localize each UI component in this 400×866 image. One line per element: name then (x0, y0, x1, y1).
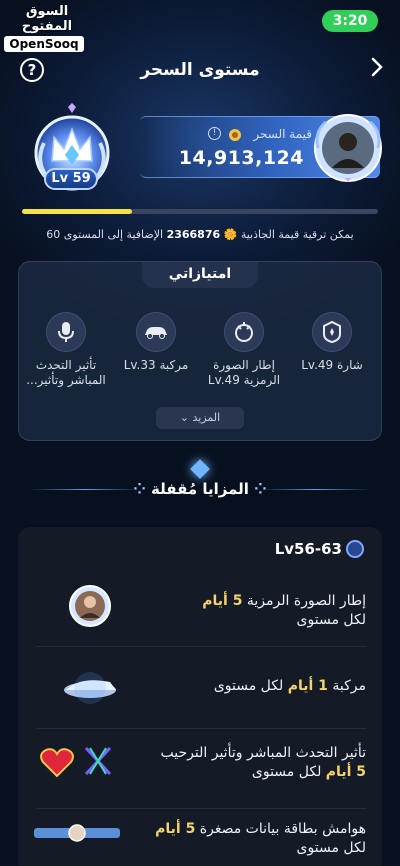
privilege-label: تأثير التحدث المباشر وتأثير... (26, 358, 106, 387)
vehicle-icon (136, 312, 176, 352)
info-icon[interactable]: ! (208, 127, 221, 140)
privilege-item-live-talk-effect[interactable]: تأثير التحدث المباشر وتأثير... (22, 312, 110, 388)
chevron-down-icon: ⌄ (179, 411, 190, 424)
vehicle-preview-icon (60, 664, 120, 710)
badge-icon (312, 312, 352, 352)
sparkle-icon: ⁘ (254, 480, 267, 498)
page-header: ? مستوى السحر (0, 54, 400, 86)
row-text: إطار الصورة الرمزية (246, 593, 366, 609)
level-badge: Lv 59 (44, 168, 98, 190)
diamond-icon (190, 459, 210, 479)
mini-card-preview-icon (34, 822, 120, 844)
avatar-frame-icon (224, 312, 264, 352)
status-time: 3:20 (322, 10, 378, 32)
privilege-label: إطار الصورة الرمزية Lv.49 (207, 358, 281, 387)
upgrade-hint-suffix: الإضافية إلى المستوى 60 (46, 228, 164, 241)
row-divider (36, 646, 366, 647)
privilege-item-badge[interactable]: شارة Lv.49 (288, 312, 376, 373)
magic-value-number: 14,913,124 (178, 147, 304, 169)
watermark-english: OpenSooq (4, 36, 84, 52)
sparkle-effect-icon (82, 744, 114, 778)
row-highlight: 5 أيام (155, 821, 196, 837)
row-highlight: 5 أيام (325, 764, 366, 780)
row-suffix: لكل مستوى (213, 678, 284, 694)
chevron-right-icon[interactable] (370, 56, 384, 84)
more-label: المزيد (192, 411, 221, 424)
sparkle-icon: ⁘ (133, 480, 152, 498)
row-suffix: لكل مستوى (251, 764, 322, 780)
locked-title-text: المزايا مُقفلة (151, 480, 249, 498)
watermark-arabic: السوق المفتوح (21, 4, 73, 34)
avatar-frame-preview-icon (68, 584, 112, 628)
microphone-icon (46, 312, 86, 352)
more-button[interactable]: ⌄ المزيد (156, 407, 244, 429)
row-highlight: 1 أيام (287, 678, 328, 694)
privilege-label: مركبة Lv.33 (123, 358, 189, 372)
row-divider (36, 728, 366, 729)
level-progress-bar (22, 209, 378, 214)
locked-benefits-title: ⁘ المزايا مُقفلة ⁘ (0, 480, 400, 498)
magic-value-label: قيمة السحر (253, 127, 312, 141)
level-range: Lv56-63 (274, 540, 342, 558)
page-title: مستوى السحر (140, 60, 260, 80)
privileges-title: امتيازاتي (142, 262, 258, 288)
privilege-item-vehicle[interactable]: مركبة Lv.33 (112, 312, 200, 373)
profile-avatar[interactable] (312, 112, 384, 184)
opensooq-watermark: السوق المفتوح OpenSooq (4, 4, 90, 52)
row-text: مركبة (332, 678, 366, 694)
row-divider (36, 808, 366, 809)
sunflower-icon (228, 127, 242, 141)
status-bar: السوق المفتوح OpenSooq 3:20 (0, 0, 400, 52)
locked-benefits-header: ⁘ المزايا مُقفلة ⁘ (0, 459, 400, 502)
level-tier-icon (346, 540, 364, 558)
level-progress-fill (22, 209, 133, 214)
heart-effect-icon (38, 742, 76, 780)
upgrade-hint: يمكن ترقية قيمة الجاذبية 🌼 2366876 الإضا… (0, 228, 400, 241)
upgrade-hint-prefix: يمكن ترقية قيمة الجاذبية (240, 228, 354, 241)
row-text: هوامش بطاقة بيانات مصغرة (199, 821, 366, 837)
row-highlight: 5 أيام (202, 593, 243, 609)
upgrade-hint-amount: 2366876 (166, 228, 221, 241)
sunflower-icon: 🌼 (223, 228, 238, 241)
privilege-item-avatar-frame[interactable]: إطار الصورة الرمزية Lv.49 (200, 312, 288, 388)
privilege-label: شارة Lv.49 (301, 358, 363, 372)
